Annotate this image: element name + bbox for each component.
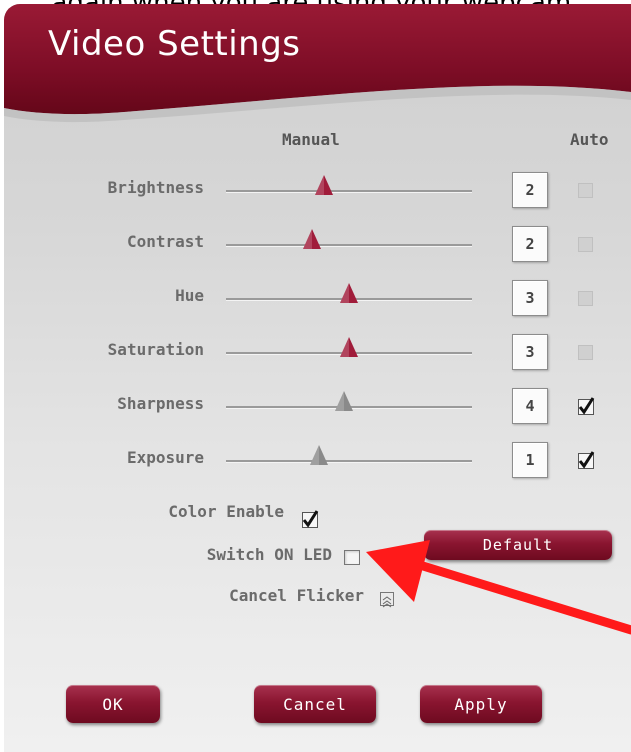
auto-checkbox[interactable] (578, 451, 595, 469)
slider-track[interactable] (226, 190, 472, 192)
dialog-header: Video Settings (4, 4, 631, 124)
color-enable-label: Color Enable (168, 502, 284, 521)
slider-label: Hue (175, 286, 204, 305)
slider-value-box[interactable]: 3 (512, 280, 548, 316)
default-button[interactable]: Default (424, 530, 612, 560)
auto-checkbox[interactable] (578, 237, 593, 252)
slider-thumb-icon[interactable] (339, 282, 359, 304)
auto-checkbox[interactable] (578, 397, 595, 415)
cancel-button[interactable]: Cancel (254, 685, 376, 723)
dialog-title: Video Settings (48, 24, 301, 64)
manual-column-header: Manual (282, 130, 340, 149)
slider-track[interactable] (226, 244, 472, 246)
header-banner (4, 4, 631, 123)
auto-checkbox[interactable] (578, 345, 593, 360)
ok-button[interactable]: OK (66, 685, 160, 723)
cancel-flicker-label: Cancel Flicker (229, 586, 364, 605)
cancel-flicker-toggle[interactable] (380, 592, 394, 608)
slider-thumb-icon[interactable] (334, 390, 354, 412)
auto-checkbox[interactable] (578, 183, 593, 198)
slider-track[interactable] (226, 460, 472, 462)
slider-thumb-icon[interactable] (314, 174, 334, 196)
slider-value-box[interactable]: 1 (512, 442, 548, 478)
slider-label: Contrast (126, 232, 204, 251)
apply-button[interactable]: Apply (420, 685, 542, 723)
slider-value-box[interactable]: 2 (512, 172, 548, 208)
slider-label: Brightness (107, 178, 204, 197)
slider-thumb-icon[interactable] (309, 444, 329, 466)
switch-led-checkbox[interactable] (344, 550, 360, 565)
switch-led-label: Switch ON LED (206, 545, 332, 564)
auto-checkbox[interactable] (578, 291, 593, 306)
slider-value-box[interactable]: 3 (512, 334, 548, 370)
flicker-icon (382, 596, 392, 608)
slider-label: Sharpness (117, 394, 204, 413)
auto-column-header: Auto (570, 130, 609, 149)
color-enable-checkbox[interactable] (302, 510, 319, 528)
checkmark-icon (578, 451, 595, 469)
slider-label: Saturation (107, 340, 204, 359)
slider-thumb-icon[interactable] (339, 336, 359, 358)
slider-label: Exposure (126, 448, 204, 467)
checkmark-icon (302, 510, 319, 528)
slider-thumb-icon[interactable] (302, 228, 322, 250)
checkmark-icon (578, 397, 595, 415)
video-settings-dialog: Video Settings Manual Auto Brightness 2 Co… (4, 4, 631, 752)
slider-value-box[interactable]: 2 (512, 226, 548, 262)
slider-value-box[interactable]: 4 (512, 388, 548, 424)
